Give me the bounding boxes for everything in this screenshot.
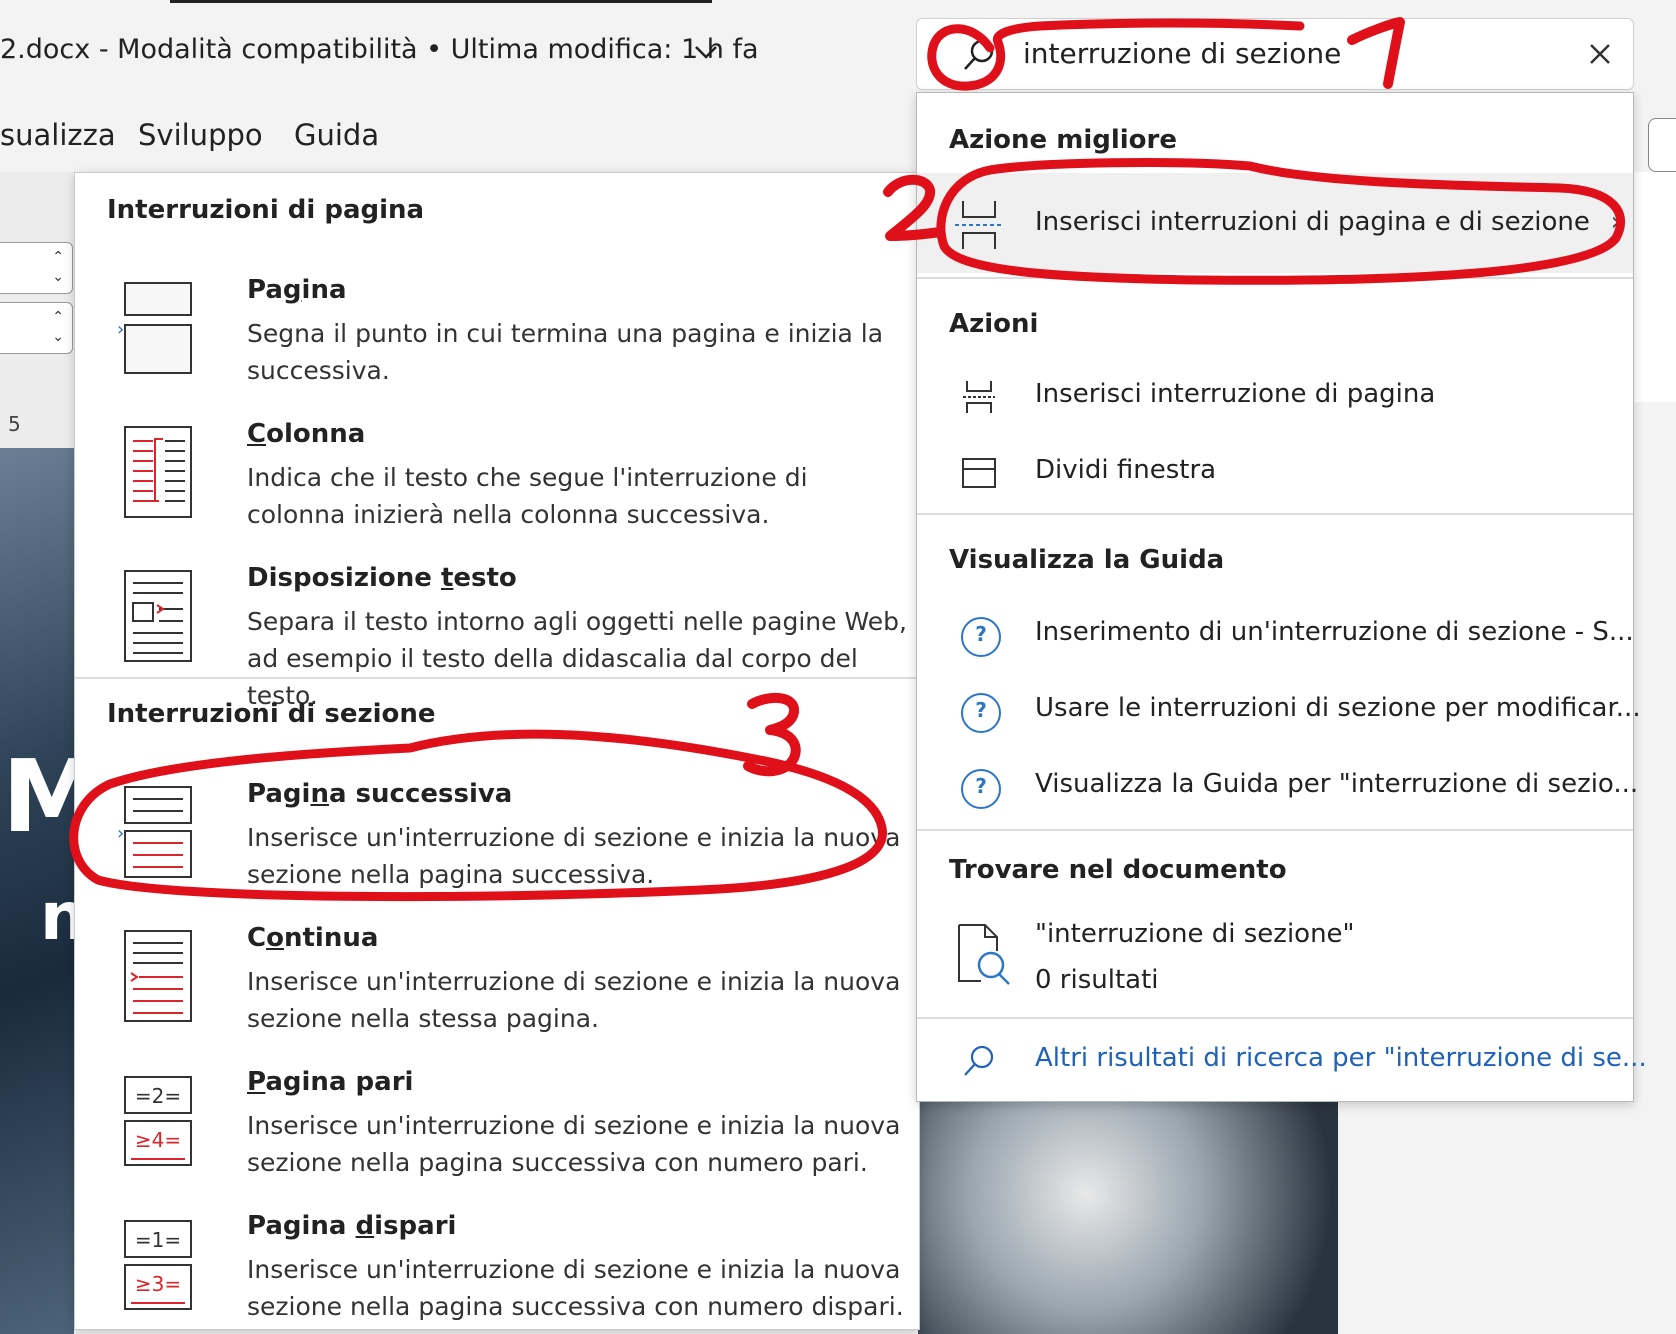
tab-developer[interactable]: Sviluppo [138, 118, 263, 152]
spacing-before-stepper[interactable]: ⌃ ⌄ [0, 242, 73, 294]
svg-text:=1=: =1= [135, 1228, 181, 1252]
search-icon [964, 1045, 994, 1076]
next-page-icon [124, 786, 192, 878]
svg-text:≥4=: ≥4= [135, 1128, 181, 1152]
accelerator-key: C [247, 419, 267, 449]
help-icon: ? [961, 769, 1001, 809]
break-option-column[interactable]: Colonna Indica che il testo che segue l'… [75, 401, 919, 541]
find-count: 0 risultati [1035, 965, 1159, 995]
find-query: "interruzione di sezione" [1035, 919, 1355, 949]
help-icon: ? [961, 617, 1001, 657]
ribbon-right-area [1632, 172, 1676, 402]
help-item[interactable]: ? Inserimento di un'interruzione di sezi… [917, 599, 1634, 671]
break-description: Inserisce un'interruzione di sezione e i… [247, 1111, 901, 1177]
svg-text:=2=: =2= [135, 1084, 181, 1108]
best-action-heading: Azione migliore [949, 125, 1177, 155]
spacing-after-stepper[interactable]: ⌃ ⌄ [0, 302, 73, 354]
break-title: Pagina successiva [247, 779, 513, 809]
break-description: Inserisce un'interruzione di sezione e i… [247, 967, 901, 1033]
document-music-image [918, 1100, 1338, 1334]
page-breaks-heading: Interruzioni di pagina [107, 195, 425, 225]
best-action-item[interactable]: Inserisci interruzioni di pagina e di se… [917, 173, 1633, 273]
action-split-window[interactable]: Dividi finestra [917, 437, 1633, 509]
search-box[interactable] [916, 18, 1634, 90]
break-description: Segna il punto in cui termina una pagina… [247, 319, 884, 385]
spin-arrows-icon[interactable]: ⌃ ⌄ [52, 307, 64, 347]
break-title: Pagina dispari [247, 1211, 457, 1241]
accelerator-key: n [310, 779, 329, 809]
break-description: Inserisce un'interruzione di sezione e i… [247, 823, 901, 889]
break-title: Continua [247, 923, 379, 953]
break-title: Pagina [247, 275, 347, 305]
accelerator-key: t [440, 563, 454, 593]
chevron-down-icon[interactable] [690, 36, 722, 68]
help-icon: ? [961, 693, 1001, 733]
panel-divider [75, 677, 919, 679]
page-break-icon [963, 381, 995, 413]
find-in-document-item[interactable]: "interruzione di sezione" 0 risultati [917, 909, 1633, 1019]
break-option-page[interactable]: › Pagina Segna il punto in cui termina u… [75, 257, 919, 397]
document-background-image: M n [0, 448, 102, 1334]
continuous-icon [124, 930, 192, 1022]
odd-page-icon: =1= ≥3= [124, 1220, 192, 1310]
text-wrapping-icon [124, 570, 192, 662]
actions-heading: Azioni [949, 309, 1039, 339]
help-item-label: Usare le interruzioni di sezione per mod… [1035, 693, 1641, 723]
accelerator-key: d [355, 1211, 375, 1241]
tab-view[interactable]: sualizza [0, 118, 116, 152]
break-title: Colonna [247, 419, 366, 449]
svg-text:≥3=: ≥3= [135, 1272, 181, 1296]
accelerator-key: o [266, 923, 284, 953]
accelerator-key: P [247, 1067, 266, 1097]
accelerator-key: g [282, 275, 302, 305]
breaks-dropdown: Interruzioni di pagina › Pagina Segna il… [74, 172, 920, 1330]
best-action-label: Inserisci interruzioni di pagina e di se… [1035, 207, 1590, 237]
close-icon[interactable] [1585, 39, 1615, 69]
panel-divider [917, 829, 1633, 831]
search-icon[interactable] [961, 37, 997, 73]
ruler-number: 5 [8, 412, 21, 436]
document-search-icon [958, 924, 1010, 985]
more-results-link[interactable]: Altri risultati di ricerca per "interruz… [917, 1025, 1647, 1097]
break-option-even-page[interactable]: =2= ≥4= Pagina pari Inserisce un'interru… [75, 1049, 919, 1189]
help-item-label: Inserimento di un'interruzione di sezion… [1035, 617, 1634, 647]
action-label: Dividi finestra [1035, 455, 1217, 485]
help-item[interactable]: ? Usare le interruzioni di sezione per m… [917, 675, 1641, 747]
help-heading: Visualizza la Guida [949, 545, 1225, 575]
page-break-icon [124, 282, 192, 374]
panel-divider [917, 1017, 1633, 1019]
section-breaks-heading: Interruzioni di sezione [107, 699, 436, 729]
find-in-document-heading: Trovare nel documento [949, 855, 1287, 885]
spin-arrows-icon[interactable]: ⌃ ⌄ [52, 247, 64, 287]
title-bar-accent-line [170, 0, 712, 3]
chevron-right-icon: › [1610, 207, 1621, 237]
action-label: Inserisci interruzione di pagina [1035, 379, 1436, 409]
break-title: Pagina pari [247, 1067, 414, 1097]
break-description: Separa il testo intorno agli oggetti nel… [247, 607, 907, 710]
search-results-panel: Azione migliore Inserisci interruzioni d… [916, 92, 1647, 1102]
even-page-icon: =2= ≥4= [124, 1076, 192, 1166]
break-option-continuous[interactable]: Continua Inserisce un'interruzione di se… [75, 905, 919, 1045]
help-item[interactable]: ? Visualizza la Guida per "interruzione … [917, 751, 1638, 823]
break-description: Inserisce un'interruzione di sezione e i… [247, 1255, 904, 1321]
help-item-label: Visualizza la Guida per "interruzione di… [1035, 769, 1639, 799]
page-break-icon [955, 201, 1003, 249]
break-option-odd-page[interactable]: =1= ≥3= Pagina dispari Inserisce un'inte… [75, 1193, 919, 1333]
break-title: Disposizione testo [247, 563, 517, 593]
panel-divider [917, 277, 1633, 279]
panel-divider [917, 513, 1633, 515]
search-input[interactable] [1023, 33, 1543, 73]
column-break-icon [124, 426, 192, 518]
action-insert-page-break[interactable]: Inserisci interruzione di pagina [917, 361, 1633, 433]
tab-help[interactable]: Guida [294, 118, 379, 152]
break-option-text-wrapping[interactable]: Disposizione testo Separa il testo intor… [75, 545, 919, 710]
comments-button[interactable] [1648, 118, 1676, 172]
more-results-label: Altri risultati di ricerca per "interruz… [1035, 1043, 1647, 1073]
break-option-next-page[interactable]: › Pagina successiva Inserisce un'interru… [75, 761, 919, 901]
document-title[interactable]: 2.docx - Modalità compatibilità • Ultima… [0, 34, 759, 65]
split-window-icon [962, 458, 996, 488]
break-description: Indica che il testo che segue l'interruz… [247, 463, 808, 529]
